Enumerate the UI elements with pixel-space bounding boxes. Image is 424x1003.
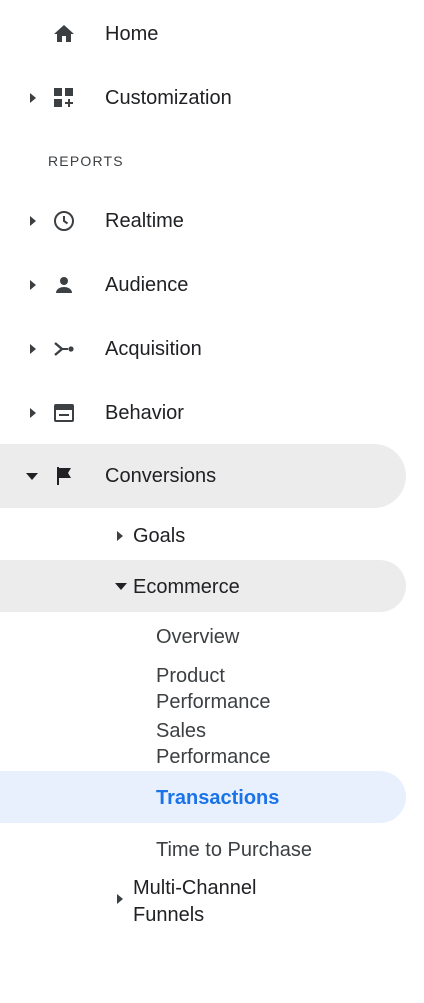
chevron-right-icon[interactable] <box>30 408 36 418</box>
chevron-right-icon[interactable] <box>30 93 36 103</box>
nav-item-realtime-label: Realtime <box>105 210 184 232</box>
nav-item-product-performance-line2: Performance <box>156 691 271 713</box>
nav-item-behavior-label: Behavior <box>105 402 184 424</box>
nav-item-acquisition-label: Acquisition <box>105 338 202 360</box>
chevron-right-icon[interactable] <box>30 344 36 354</box>
chevron-right-icon[interactable] <box>117 894 123 904</box>
left-nav-sidebar: Home Customization REPORTS Realtime Audi… <box>0 0 424 1003</box>
nav-item-conversions-label: Conversions <box>105 465 217 487</box>
reports-section-header: REPORTS <box>48 153 124 169</box>
nav-item-goals-label: Goals <box>133 525 186 547</box>
nav-item-transactions[interactable]: Transactions <box>156 786 279 810</box>
nav-item-home-label: Home <box>105 23 159 45</box>
nav-item-multi-channel-line1: Multi-Channel <box>133 877 257 899</box>
nav-item-audience-label: Audience <box>105 274 189 296</box>
behavior-icon <box>52 401 76 425</box>
nav-item-overview[interactable]: Overview <box>156 625 239 649</box>
nav-item-sales-performance-line1: Sales <box>156 720 207 742</box>
person-icon <box>52 273 76 297</box>
home-icon <box>52 22 76 46</box>
chevron-right-icon[interactable] <box>30 280 36 290</box>
chevron-down-icon[interactable] <box>26 473 38 480</box>
chevron-down-icon[interactable] <box>115 583 127 590</box>
chevron-right-icon[interactable] <box>30 216 36 226</box>
nav-item-customization-label: Customization <box>105 87 232 109</box>
nav-item-sales-performance-line2: Performance <box>156 746 271 768</box>
nav-item-ecommerce-label: Ecommerce <box>133 576 240 598</box>
dashboard-icon <box>52 86 76 110</box>
chevron-right-icon[interactable] <box>117 531 123 541</box>
nav-item-multi-channel-line2: Funnels <box>133 904 205 926</box>
acquisition-icon <box>52 337 76 361</box>
nav-item-product-performance-line1: Product <box>156 665 225 687</box>
flag-icon <box>52 464 76 488</box>
nav-item-time-to-purchase[interactable]: Time to Purchase <box>156 838 312 862</box>
clock-icon <box>52 209 76 233</box>
